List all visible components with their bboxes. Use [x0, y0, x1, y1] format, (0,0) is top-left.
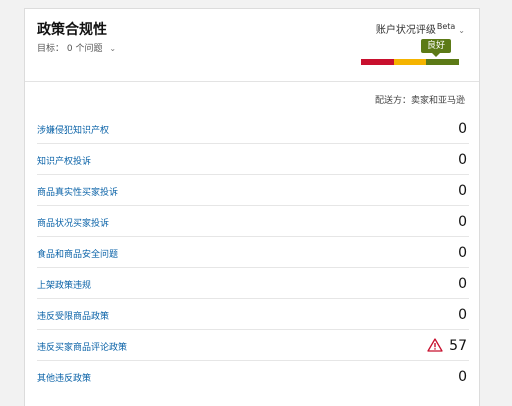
violation-count: 0 — [458, 276, 467, 292]
violation-count: 0 — [458, 183, 467, 199]
list-item: 违反买家商品评论政策 57 — [37, 330, 469, 361]
gauge-segment-yellow — [394, 59, 426, 65]
target-value: 0 个问题 — [66, 44, 103, 54]
account-health-rating-selector[interactable]: 账户状况评级Beta ⌄ — [376, 21, 465, 36]
violation-count: 0 — [458, 369, 467, 385]
violation-list: 涉嫌侵犯知识产权 0 知识产权投诉 0 商品真实性买家投诉 0 商品状况买家投诉… — [37, 113, 469, 392]
violation-count: 0 — [458, 214, 467, 230]
list-item: 违反受限商品政策 0 — [37, 299, 469, 330]
list-item: 其他违反政策 0 — [37, 361, 469, 392]
list-item: 上架政策违规 0 — [37, 268, 469, 299]
rating-badge: 良好 — [421, 39, 452, 57]
list-item: 涉嫌侵犯知识产权 0 — [37, 113, 469, 144]
health-label: 账户状况评级 — [375, 25, 436, 36]
violation-count: 0 — [458, 245, 467, 261]
card-header: 政策合规性 目标： 0 个问题 ⌄ 账户状况评级Beta ⌄ 良好 — [25, 9, 479, 82]
list-item: 食品和商品安全问题 0 — [37, 237, 469, 268]
target-selector[interactable]: 目标： 0 个问题 ⌄ — [37, 41, 116, 54]
list-item: 商品真实性买家投诉 0 — [37, 175, 469, 206]
violation-link[interactable]: 上架政策违规 — [37, 278, 91, 291]
list-item: 商品状况买家投诉 0 — [37, 206, 469, 237]
gauge-segment-red — [361, 59, 394, 65]
list-item: 知识产权投诉 0 — [37, 144, 469, 175]
card-title: 政策合规性 — [37, 22, 107, 38]
violation-link[interactable]: 食品和商品安全问题 — [37, 247, 118, 260]
health-gauge — [361, 59, 459, 65]
violation-count: 0 — [458, 121, 467, 137]
violation-link[interactable]: 其他违反政策 — [37, 371, 91, 384]
violation-count: 0 — [458, 152, 467, 168]
violation-link[interactable]: 商品状况买家投诉 — [37, 216, 109, 229]
chevron-down-icon: ⌄ — [458, 26, 465, 35]
violation-link[interactable]: 知识产权投诉 — [37, 154, 91, 167]
beta-tag: Beta — [436, 22, 456, 31]
chevron-down-icon: ⌄ — [109, 44, 117, 53]
violation-link[interactable]: 涉嫌侵犯知识产权 — [37, 123, 109, 136]
fulfillment-channel-label: 配送方：卖家和亚马逊 — [374, 96, 465, 106]
gauge-segment-green — [426, 59, 459, 65]
violation-count: 0 — [458, 307, 467, 323]
warning-icon — [427, 338, 443, 352]
violation-count: 57 — [449, 338, 467, 354]
violation-link[interactable]: 违反受限商品政策 — [37, 309, 109, 322]
violation-link[interactable]: 违反买家商品评论政策 — [37, 340, 127, 353]
violation-link[interactable]: 商品真实性买家投诉 — [37, 185, 118, 198]
target-label: 目标： — [37, 44, 65, 54]
policy-compliance-card: 政策合规性 目标： 0 个问题 ⌄ 账户状况评级Beta ⌄ 良好 配送方：卖家和… — [24, 8, 480, 406]
